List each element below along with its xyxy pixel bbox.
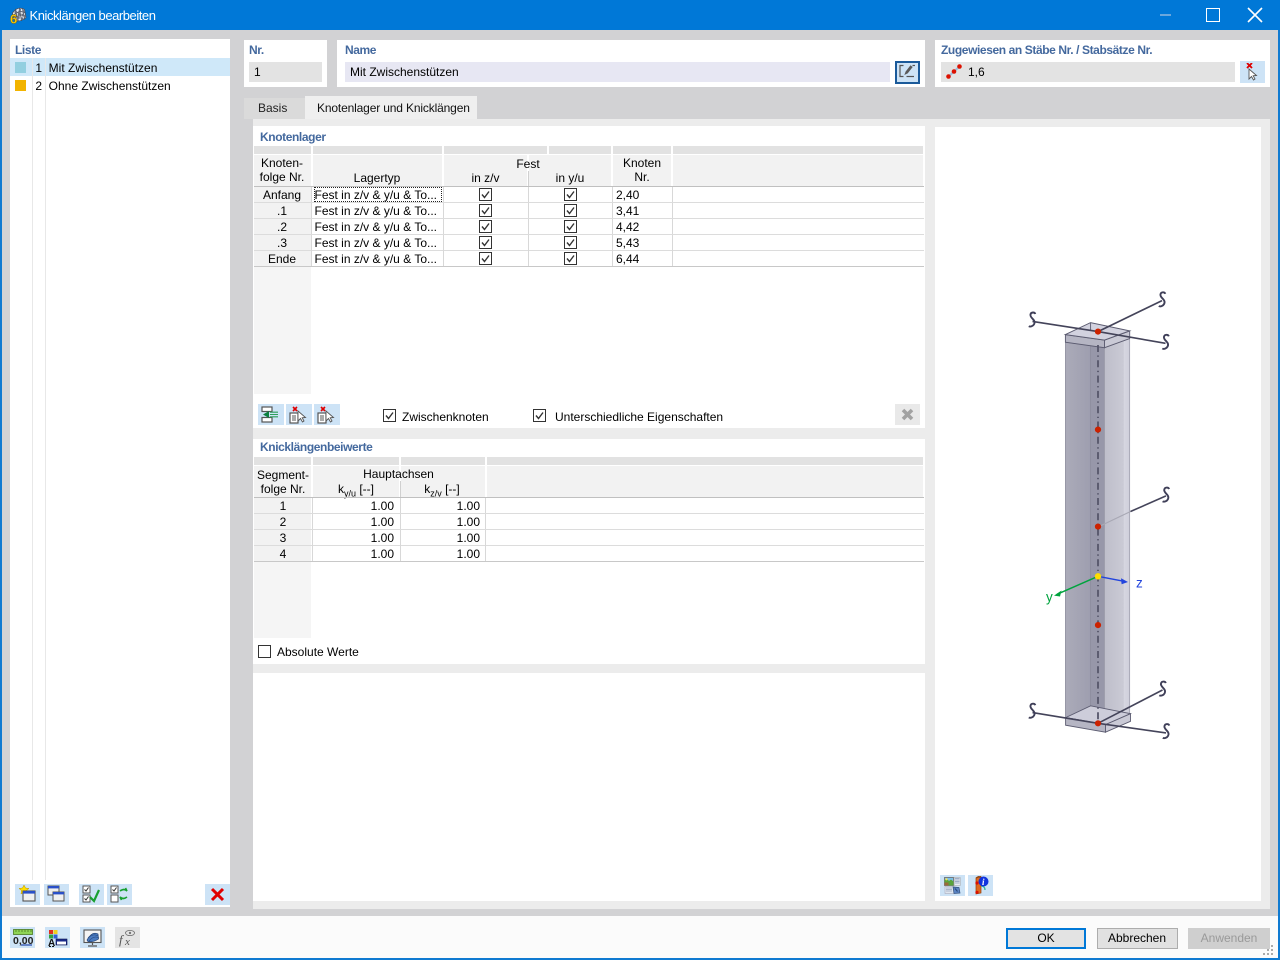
svg-text:y: y	[1046, 590, 1053, 605]
svg-text:A: A	[48, 938, 55, 947]
svg-text:6: 6	[10, 12, 17, 25]
svg-text:0,00: 0,00	[13, 935, 33, 946]
svg-text:x: x	[124, 936, 130, 947]
svg-text:z: z	[1136, 576, 1143, 591]
